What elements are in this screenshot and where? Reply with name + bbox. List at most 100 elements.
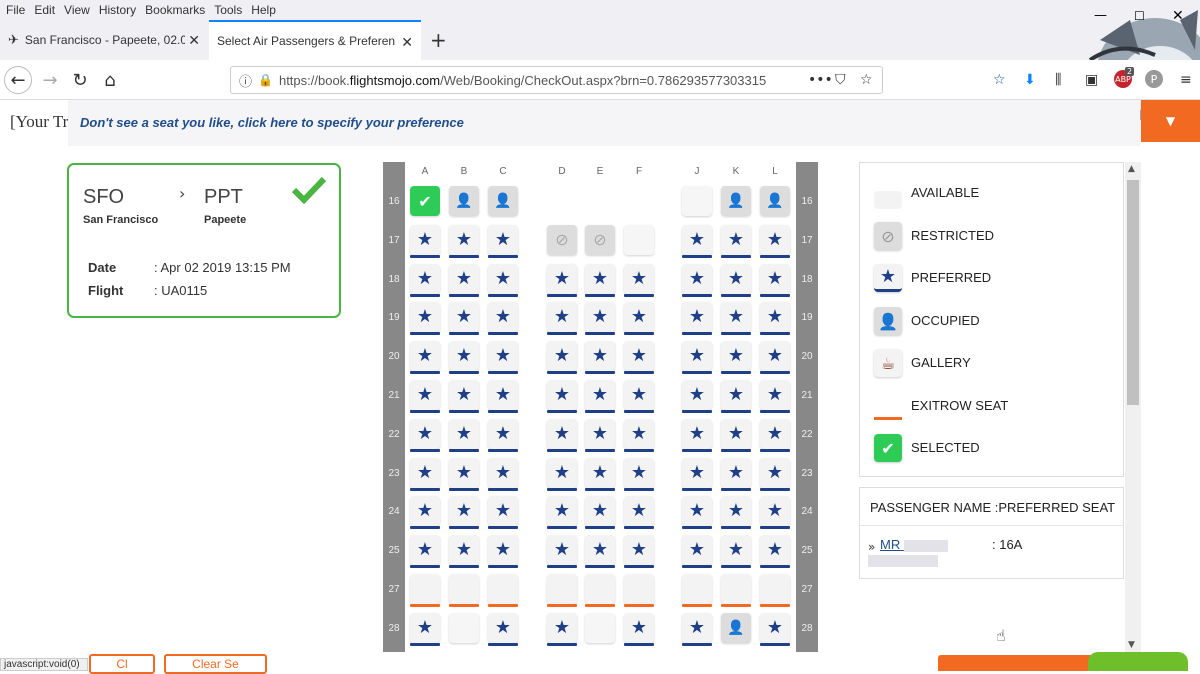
seat-28b[interactable] [449,612,479,643]
seat-28c[interactable]: ★ [488,612,518,646]
seat-28a[interactable]: ★ [410,612,440,646]
seat-20c[interactable]: ★ [488,341,518,375]
seat-24k[interactable]: ★ [721,496,751,530]
specify-preference-link[interactable]: Don't see a seat you like, click here to… [80,115,464,130]
menu-item-history[interactable]: History [99,0,136,20]
seat-23a[interactable]: ★ [410,457,440,491]
seat-19a[interactable]: ★ [410,302,440,336]
seat-19f[interactable]: ★ [624,302,654,336]
seat-22c[interactable]: ★ [488,418,518,452]
close-tab-icon[interactable]: ✕ [188,32,200,49]
seat-17a[interactable]: ★ [410,224,440,258]
url-bar[interactable]: ⓘ 🔒 https://book. flightsmojo.com/Web/Boo… [230,66,883,94]
seat-22b[interactable]: ★ [449,418,479,452]
seat-27j[interactable] [682,574,712,607]
seat-28d[interactable]: ★ [547,612,577,646]
seat-18f[interactable]: ★ [624,263,654,297]
seat-24c[interactable]: ★ [488,496,518,530]
dropdown-toggle-button[interactable]: ▼ [1141,100,1200,142]
seat-27d[interactable] [547,574,577,607]
seat-25k[interactable]: ★ [721,535,751,569]
seat-20b[interactable]: ★ [449,341,479,375]
seat-21e[interactable]: ★ [585,380,615,413]
seat-28e[interactable] [585,612,615,643]
seat-22l[interactable]: ★ [760,418,790,452]
seat-24b[interactable]: ★ [449,496,479,530]
pinterest-icon[interactable]: P [1145,70,1163,88]
close-tab-icon[interactable]: ✕ [401,34,413,51]
menu-item-tools[interactable]: Tools [214,0,242,20]
seat-25a[interactable]: ★ [410,535,440,569]
seat-24d[interactable]: ★ [547,496,577,530]
scroll-up-icon[interactable]: ▲ [1128,164,1135,174]
seat-27b[interactable] [449,574,479,607]
seat-22d[interactable]: ★ [547,418,577,452]
seat-25b[interactable]: ★ [449,535,479,569]
bookmark-star-icon[interactable]: ☆ [860,72,873,88]
seat-17j[interactable]: ★ [682,224,712,258]
seat-19d[interactable]: ★ [547,302,577,336]
forward-button[interactable]: → [36,66,64,94]
seat-20e[interactable]: ★ [585,341,615,375]
seat-25f[interactable]: ★ [624,535,654,569]
seat-22j[interactable]: ★ [682,418,712,452]
seat-21f[interactable]: ★ [624,380,654,413]
seat-22a[interactable]: ★ [410,418,440,452]
seat-24a[interactable]: ★ [410,496,440,530]
clear-seat-button[interactable]: Clear Se [164,654,267,674]
menu-item-help[interactable]: Help [251,0,276,20]
seat-22k[interactable]: ★ [721,418,751,452]
seat-25c[interactable]: ★ [488,535,518,569]
seat-23b[interactable]: ★ [449,457,479,491]
seat-23c[interactable]: ★ [488,457,518,491]
seat-18j[interactable]: ★ [682,263,712,297]
seat-18d[interactable]: ★ [547,263,577,297]
info-icon[interactable]: ⓘ [239,71,252,90]
tab-flight-search[interactable]: ✈ San Francisco - Papeete, 02.04 ✕ [0,20,208,60]
seat-18e[interactable]: ★ [585,263,615,297]
seat-21k[interactable]: ★ [721,380,751,413]
pocket-icon[interactable]: ⛉ [835,72,846,88]
seat-24e[interactable]: ★ [585,496,615,530]
close-window-button[interactable]: ✕ [1172,8,1184,24]
scroll-down-icon[interactable]: ▼ [1128,640,1135,650]
seat-16j[interactable] [682,186,712,216]
library-icon[interactable]: ⫼ [1055,72,1061,88]
seat-28f[interactable]: ★ [624,612,654,646]
seat-22e[interactable]: ★ [585,418,615,452]
seat-17l[interactable]: ★ [760,224,790,258]
download-icon[interactable]: ⬇ [1024,72,1036,88]
new-tab-button[interactable]: + [430,28,447,52]
scrollbar-thumb[interactable] [1127,180,1139,405]
seat-27c[interactable] [488,574,518,607]
seat-22f[interactable]: ★ [624,418,654,452]
seat-27f[interactable] [624,574,654,607]
seat-27l[interactable] [760,574,790,607]
seat-17k[interactable]: ★ [721,224,751,258]
seat-24j[interactable]: ★ [682,496,712,530]
seat-27k[interactable] [721,574,751,607]
seat-28j[interactable]: ★ [682,612,712,646]
seat-20k[interactable]: ★ [721,341,751,375]
seat-17f[interactable] [624,224,654,255]
seat-19e[interactable]: ★ [585,302,615,336]
seat-20j[interactable]: ★ [682,341,712,375]
seat-24f[interactable]: ★ [624,496,654,530]
seat-23f[interactable]: ★ [624,457,654,491]
home-button[interactable]: ⌂ [96,66,124,94]
close-button[interactable]: Cl [89,654,155,674]
continue-button[interactable] [938,655,1098,671]
seat-19b[interactable]: ★ [449,302,479,336]
reload-button[interactable]: ↻ [66,66,94,94]
page-actions-icon[interactable]: ••• [808,72,833,88]
seat-23d[interactable]: ★ [547,457,577,491]
seat-23k[interactable]: ★ [721,457,751,491]
seat-21c[interactable]: ★ [488,380,518,413]
seat-21b[interactable]: ★ [449,380,479,413]
bookmark-manager-icon[interactable]: ☆ [993,72,1006,88]
seat-21d[interactable]: ★ [547,380,577,413]
seat-23e[interactable]: ★ [585,457,615,491]
seat-21a[interactable]: ★ [410,380,440,413]
seat-19c[interactable]: ★ [488,302,518,336]
passenger-name-link[interactable]: MR [880,537,948,552]
